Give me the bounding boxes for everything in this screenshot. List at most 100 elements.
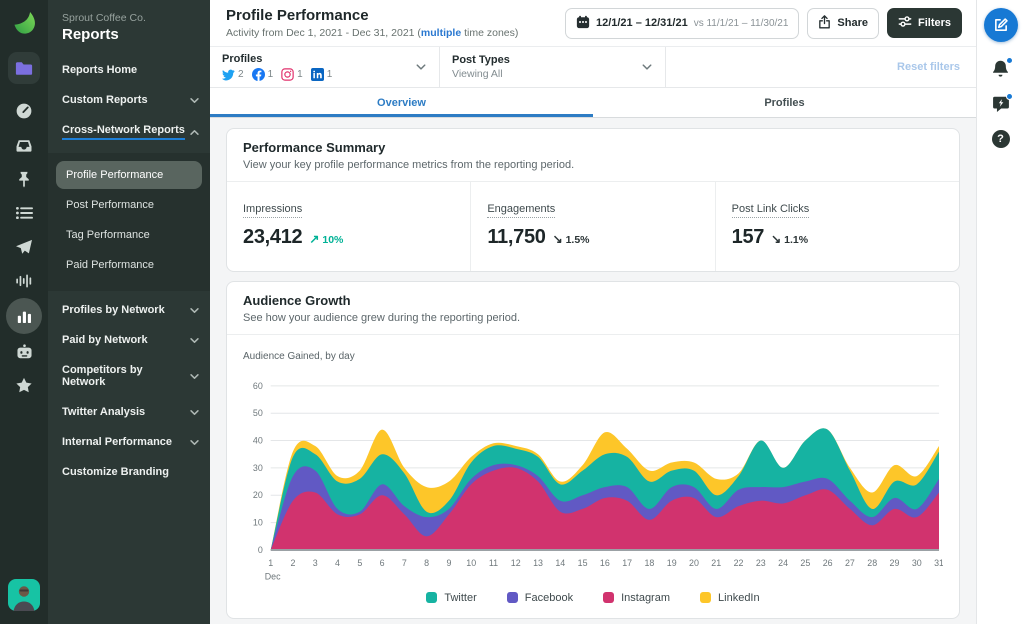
utility-rail: ? — [976, 0, 1024, 624]
legend-twitter[interactable]: Twitter — [426, 592, 477, 604]
metric-engagements: Engagements 11,750 ↘ 1.5% — [471, 182, 716, 271]
svg-text:60: 60 — [253, 381, 263, 391]
sidebar-top-group: Reports Home Custom Reports Cross-Network … — [48, 55, 210, 149]
waveform-icon[interactable] — [6, 264, 42, 298]
sidebar-item-post-performance[interactable]: Post Performance — [56, 191, 202, 219]
post-types-filter-label: Post Types — [452, 54, 510, 66]
audience-growth-chart: 01020304050601 2 3 4 5 6 7 8 9 10 11 12 13 14 15 16 17 18… — [253, 381, 943, 582]
list-icon[interactable] — [6, 196, 42, 230]
svg-text:1: 1 — [268, 558, 273, 568]
metric-label[interactable]: Engagements — [487, 203, 556, 218]
metric-label[interactable]: Post Link Clicks — [731, 203, 810, 218]
sidebar-item-internal-performance[interactable]: Internal Performance — [48, 427, 210, 457]
star-icon[interactable] — [6, 368, 42, 402]
profiles-filter-label: Profiles — [222, 53, 263, 65]
report-tabs: Overview Profiles — [210, 88, 976, 118]
sidebar-item-twitter-analysis[interactable]: Twitter Analysis — [48, 397, 210, 427]
svg-text:30: 30 — [253, 463, 263, 473]
profiles-filter[interactable]: Profiles 2111 — [210, 47, 440, 87]
inbox-tray-icon[interactable] — [6, 128, 42, 162]
post-types-filter[interactable]: Post Types Viewing All — [440, 47, 666, 87]
compare-range-label: vs 11/1/21 – 11/30/21 — [693, 17, 789, 29]
twitter-icon — [222, 68, 235, 81]
subtitle-text-end: time zones) — [461, 27, 519, 39]
legend-facebook[interactable]: Facebook — [506, 592, 573, 604]
instagram-icon — [281, 68, 294, 81]
svg-text:2: 2 — [290, 558, 295, 568]
post-types-filter-value: Viewing All — [452, 68, 503, 80]
chevron-down-icon — [641, 61, 653, 73]
sidebar-item-tag-performance[interactable]: Tag Performance — [56, 221, 202, 249]
notifications-button[interactable] — [991, 57, 1013, 78]
trend-down-indicator: ↘ 1.1% — [771, 232, 809, 246]
sidebar-item-paid-by-network[interactable]: Paid by Network — [48, 325, 210, 355]
svg-text:31: 31 — [934, 558, 943, 568]
date-range-button[interactable]: 12/1/21 – 12/31/21 vs 11/1/21 – 11/30/21 — [564, 7, 800, 39]
linkedin-icon — [310, 68, 324, 81]
tab-overview[interactable]: Overview — [210, 88, 593, 117]
bar-chart-icon[interactable] — [6, 298, 42, 334]
svg-text:30: 30 — [912, 558, 922, 568]
cross-network-subgroup: Profile Performance Post Performance Tag P… — [48, 153, 210, 291]
multiple-timezones-link[interactable]: multiple — [421, 27, 461, 39]
audience-card-description: See how your audience grew during the re… — [243, 312, 521, 324]
help-button[interactable]: ? — [991, 130, 1010, 148]
trend-down-arrow-icon: ↘ — [771, 232, 782, 246]
sprout-logo-icon[interactable] — [11, 10, 37, 36]
svg-text:11: 11 — [489, 558, 498, 568]
share-button[interactable]: Share — [807, 7, 879, 39]
feedback-button[interactable] — [992, 93, 1013, 113]
sidebar-item-reports-home[interactable]: Reports Home — [48, 55, 210, 85]
trend-up-indicator: ↗ 10% — [309, 232, 344, 246]
svg-text:12: 12 — [511, 558, 521, 568]
pin-icon[interactable] — [6, 162, 42, 196]
notification-dot — [1006, 57, 1013, 64]
sidebar-item-custom-reports[interactable]: Custom Reports — [48, 85, 210, 115]
chevron-down-icon — [189, 335, 200, 346]
instagram-profile-count: 1 — [281, 68, 303, 81]
speedometer-icon[interactable] — [6, 94, 42, 128]
svg-text:20: 20 — [689, 558, 699, 568]
chevron-up-icon — [189, 127, 200, 138]
legend-instagram[interactable]: Instagram — [603, 592, 670, 604]
audience-card-title: Audience Growth — [243, 293, 351, 308]
paper-plane-icon[interactable] — [6, 230, 42, 264]
folder-icon[interactable] — [8, 52, 40, 84]
subtitle-text: Activity from Dec 1, 2021 - Dec 31, 2021… — [226, 27, 421, 39]
svg-text:3: 3 — [313, 558, 318, 568]
bot-icon[interactable] — [6, 334, 42, 368]
svg-text:9: 9 — [446, 558, 451, 568]
metrics-row: Impressions 23,412 ↗ 10% Engagements 11,… — [227, 182, 959, 271]
chevron-down-icon — [415, 61, 427, 73]
chevron-down-icon — [189, 407, 200, 418]
tab-profiles[interactable]: Profiles — [593, 88, 976, 117]
metric-label[interactable]: Impressions — [243, 203, 303, 218]
filters-button[interactable]: Filters — [886, 8, 962, 38]
sidebar-header: Sprout Coffee Co. Reports — [48, 0, 210, 55]
sidebar-bottom-group: Profiles by Network Paid by Network Compet… — [48, 295, 210, 487]
report-content: Performance Summary View your key profil… — [210, 118, 976, 624]
compose-button[interactable] — [983, 8, 1018, 42]
svg-text:14: 14 — [555, 558, 565, 568]
reset-filters-button[interactable]: Reset filters — [897, 61, 960, 73]
sidebar-item-profile-performance[interactable]: Profile Performance — [56, 161, 202, 189]
sidebar-item-cross-network-reports[interactable]: Cross-Network Reports — [48, 115, 210, 149]
svg-text:10: 10 — [466, 558, 476, 568]
company-name: Sprout Coffee Co. — [62, 12, 146, 24]
user-avatar[interactable] — [8, 579, 40, 616]
svg-text:15: 15 — [578, 558, 588, 568]
legend-linkedin[interactable]: LinkedIn — [700, 592, 760, 604]
sidebar-item-customize-branding[interactable]: Customize Branding — [48, 457, 210, 487]
metric-value: 23,412 — [243, 226, 303, 248]
sidebar-item-profiles-by-network[interactable]: Profiles by Network — [48, 295, 210, 325]
filter-bar-spacer: Reset filters — [666, 47, 976, 87]
svg-text:4: 4 — [335, 558, 340, 568]
svg-text:Dec: Dec — [265, 572, 281, 582]
sidebar-item-paid-performance[interactable]: Paid Performance — [56, 251, 202, 279]
trend-down-indicator: ↘ 1.5% — [552, 232, 590, 246]
share-label: Share — [837, 17, 868, 29]
svg-text:7: 7 — [402, 558, 407, 568]
svg-text:26: 26 — [823, 558, 833, 568]
svg-text:25: 25 — [800, 558, 810, 568]
sidebar-item-competitors-by-network[interactable]: Competitors by Network — [48, 355, 210, 397]
